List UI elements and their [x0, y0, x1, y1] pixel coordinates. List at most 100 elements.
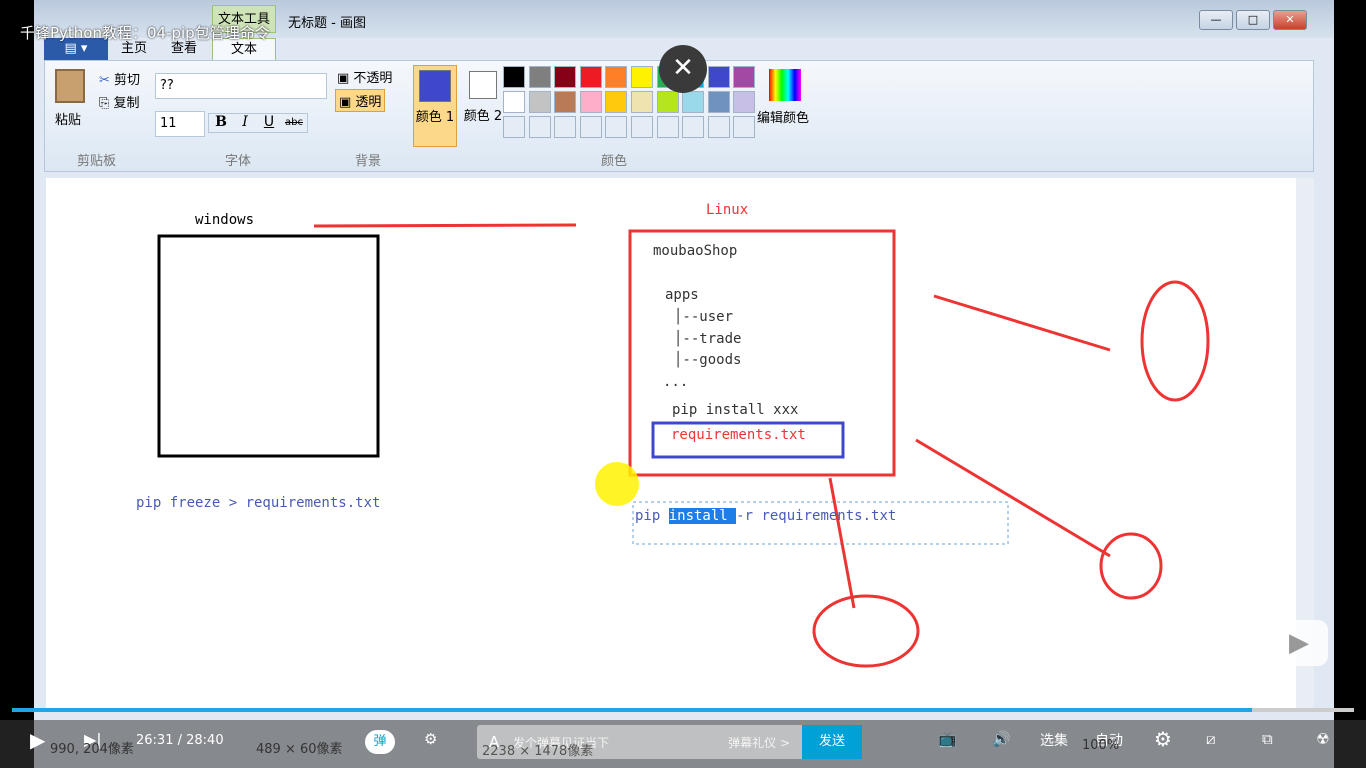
close-window-button[interactable]: ✕ — [1273, 10, 1307, 30]
text-part: -r requirements.txt — [736, 508, 897, 524]
settings-icon[interactable]: ⚙ — [1154, 727, 1172, 751]
color-swatch[interactable] — [528, 66, 551, 88]
color-swatch[interactable] — [503, 91, 525, 113]
time-display: 26:31 / 28:40 — [136, 733, 224, 748]
color-swatch[interactable] — [605, 116, 628, 138]
cursor-highlight — [595, 462, 639, 506]
project-name: moubaoShop — [653, 243, 738, 259]
color2-button[interactable]: 颜色 2 — [461, 65, 505, 147]
color-swatch[interactable] — [554, 116, 577, 138]
color-swatch[interactable] — [631, 116, 653, 138]
red-stroke — [915, 438, 1111, 558]
apps-label: apps — [665, 287, 699, 303]
tv-icon[interactable]: 📺 — [938, 730, 957, 748]
red-ellipse — [812, 594, 920, 668]
progress-fill — [12, 708, 1252, 712]
pip-off-icon[interactable]: ⧄ — [1206, 730, 1216, 748]
color-swatch[interactable] — [503, 66, 525, 88]
edit-colors-button[interactable]: 编辑颜色 — [757, 107, 809, 126]
font-family-select[interactable]: ?? — [155, 73, 327, 99]
color1-swatch — [419, 70, 451, 102]
window-title: 无标题 - 画图 — [288, 16, 366, 31]
color-swatch[interactable] — [707, 91, 730, 113]
color-swatch[interactable] — [579, 66, 602, 88]
fullscreen-icon[interactable]: ☢ — [1316, 730, 1329, 748]
text-part: pip — [635, 508, 669, 524]
color-swatch[interactable] — [682, 91, 705, 113]
play-overlay-button[interactable]: ▶ — [1270, 620, 1328, 666]
volume-icon[interactable]: 🔊 — [992, 730, 1011, 748]
color-swatch[interactable] — [528, 91, 551, 113]
color-swatch[interactable] — [707, 116, 730, 138]
color-swatch[interactable] — [631, 66, 653, 88]
color-swatch[interactable] — [656, 91, 679, 113]
status-selection-size: 489 × 60像素 — [256, 742, 343, 757]
paste-button[interactable]: 粘贴 — [55, 109, 81, 128]
color-swatch[interactable] — [733, 116, 756, 138]
cut-label: 剪切 — [114, 73, 141, 88]
pip-freeze-text: pip freeze > requirements.txt — [136, 495, 381, 511]
tree-item: │--trade — [674, 331, 742, 347]
pip-install-r-text[interactable]: pip install -r requirements.txt — [635, 508, 896, 524]
color1-label: 颜色 1 — [415, 110, 455, 125]
tree-item: │--goods — [674, 352, 742, 368]
opaque-button[interactable]: ▣ 不透明 — [337, 67, 392, 86]
requirements-text: requirements.txt — [671, 427, 806, 443]
status-zoom: 100% — [1082, 738, 1120, 753]
send-danmaku-button[interactable]: 发送 — [802, 725, 862, 759]
scissors-icon: ✂ — [99, 73, 110, 88]
ellipsis: ... — [663, 374, 689, 390]
red-line — [313, 223, 577, 228]
color-swatch[interactable] — [631, 91, 653, 113]
color-swatch[interactable] — [503, 116, 525, 138]
minimize-button[interactable]: — — [1199, 10, 1233, 30]
color-swatch[interactable] — [579, 116, 602, 138]
video-title: 千锋Python教程：04-pip包管理命令 — [20, 24, 270, 42]
group-label-clipboard: 剪贴板 — [77, 154, 117, 169]
danmaku-settings-icon[interactable]: ⚙ — [424, 730, 437, 748]
group-label-colors: 颜色 — [601, 154, 628, 169]
edit-colors-icon — [769, 69, 801, 101]
bold-button[interactable]: B — [209, 114, 233, 132]
color-swatch[interactable] — [656, 116, 679, 138]
red-stroke — [828, 477, 856, 609]
color-swatch[interactable] — [579, 91, 602, 113]
color-swatch[interactable] — [554, 91, 577, 113]
transparent-button[interactable]: ▣ 透明 — [335, 89, 386, 112]
color-swatch[interactable] — [707, 66, 730, 88]
color-swatch[interactable] — [682, 116, 705, 138]
status-canvas-size: 2238 × 1478像素 — [482, 744, 594, 759]
font-size-select[interactable]: 11 — [155, 111, 205, 137]
picture-in-picture-icon[interactable]: ⧉ — [1262, 730, 1273, 748]
cut-button[interactable]: ✂ 剪切 — [99, 69, 140, 88]
color-swatch[interactable] — [733, 91, 756, 113]
paint-canvas[interactable]: windows Linux moubaoShop apps │--user │-… — [46, 178, 1296, 710]
maximize-button[interactable]: □ — [1236, 10, 1270, 30]
color-swatch[interactable] — [554, 66, 577, 88]
underline-button[interactable]: U — [257, 114, 281, 132]
windows-box — [157, 234, 380, 458]
color1-button[interactable]: 颜色 1 — [413, 65, 457, 147]
copy-label: 复制 — [113, 96, 140, 111]
color-swatch[interactable] — [528, 116, 551, 138]
status-cursor-position: 990, 204像素 — [50, 742, 134, 757]
color-swatch[interactable] — [733, 66, 756, 88]
windows-label: windows — [195, 212, 255, 228]
copy-button[interactable]: ⎘ 复制 — [99, 92, 140, 111]
linux-label: Linux — [706, 202, 749, 218]
danmaku-toggle[interactable]: 弹 — [365, 730, 395, 754]
italic-button[interactable]: I — [233, 114, 257, 132]
color-swatch[interactable] — [605, 66, 628, 88]
strikethrough-button[interactable]: abc — [281, 114, 307, 132]
video-progress-bar[interactable] — [12, 708, 1354, 712]
color-swatch[interactable] — [605, 91, 628, 113]
total-time: 28:40 — [186, 733, 224, 748]
clipboard-icon — [55, 69, 85, 103]
danmaku-etiquette-link[interactable]: 弹幕礼仪 > — [728, 734, 790, 751]
tree-item: │--user — [674, 309, 734, 325]
red-ellipse — [1140, 280, 1210, 402]
play-button[interactable]: ▶ — [30, 728, 45, 752]
group-label-background: 背景 — [355, 154, 382, 169]
close-overlay-button[interactable]: ✕ — [659, 45, 707, 93]
episodes-button[interactable]: 选集 — [1040, 730, 1068, 750]
